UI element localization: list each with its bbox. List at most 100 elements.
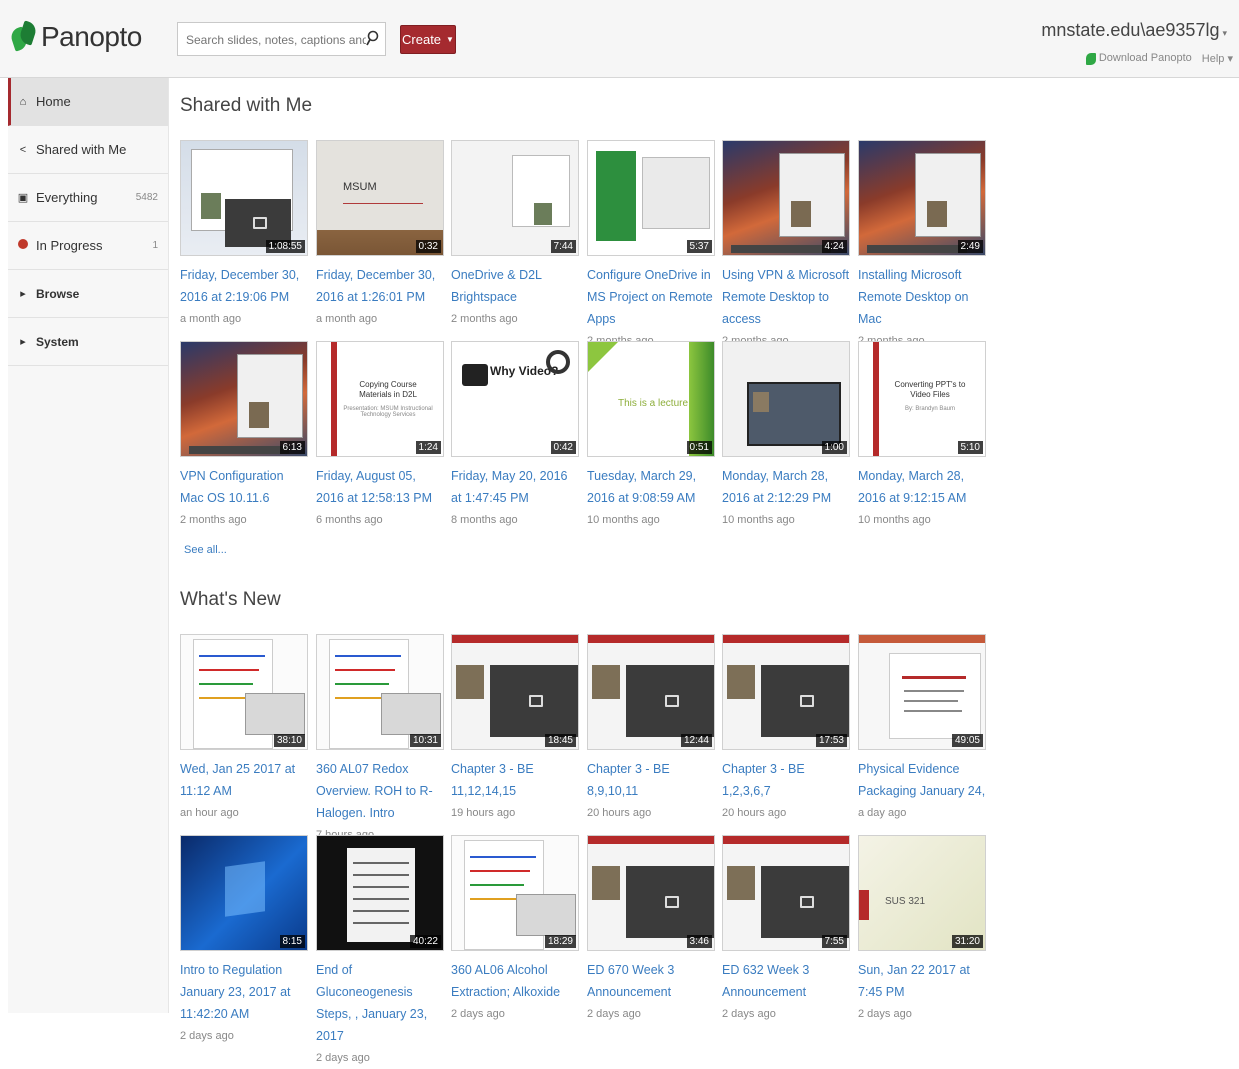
session-title-link[interactable]: Intro to Regulation January 23, 2017 at … bbox=[180, 959, 308, 1025]
session-card[interactable]: 12:44 Chapter 3 - BE 8,9,10,11 20 hours … bbox=[587, 634, 715, 824]
session-thumbnail[interactable]: Copying Course Materials in D2L Presentat… bbox=[316, 341, 444, 457]
create-label: Create bbox=[402, 32, 442, 47]
session-card[interactable]: 2:49 Installing Microsoft Remote Desktop… bbox=[858, 140, 986, 352]
search-input[interactable] bbox=[184, 24, 368, 56]
in-progress-dot-icon bbox=[16, 239, 30, 252]
see-all-link[interactable]: See all... bbox=[184, 544, 227, 556]
session-card[interactable]: 40:22 End of Gluconeogenesis Steps, , Ja… bbox=[316, 835, 444, 1069]
session-card[interactable]: 5:37 Configure OneDrive in MS Project on… bbox=[587, 140, 715, 352]
video-camera-icon bbox=[462, 364, 488, 386]
session-thumbnail[interactable]: 18:29 bbox=[451, 835, 579, 951]
session-card[interactable]: This is a lecture 0:51 Tuesday, March 29,… bbox=[587, 341, 715, 531]
session-card[interactable]: 8:15 Intro to Regulation January 23, 201… bbox=[180, 835, 308, 1047]
session-thumbnail[interactable]: 10:31 bbox=[316, 634, 444, 750]
session-title-link[interactable]: Configure OneDrive in MS Project on Remo… bbox=[587, 264, 715, 330]
session-card[interactable]: 4:24 Using VPN & Microsoft Remote Deskto… bbox=[722, 140, 850, 352]
session-title-link[interactable]: Monday, March 28, 2016 at 2:12:29 PM bbox=[722, 465, 850, 509]
session-card[interactable]: 10:31 360 AL07 Redox Overview. ROH to R-… bbox=[316, 634, 444, 846]
session-title-link[interactable]: Chapter 3 - BE 11,12,14,15 bbox=[451, 758, 579, 802]
sidebar-item-browse[interactable]: ▸ Browse bbox=[8, 270, 168, 318]
session-card[interactable]: 18:45 Chapter 3 - BE 11,12,14,15 19 hour… bbox=[451, 634, 579, 824]
session-thumbnail[interactable]: Converting PPT's to Video Files By: Brand… bbox=[858, 341, 986, 457]
session-thumbnail[interactable]: 49:05 bbox=[858, 634, 986, 750]
duration-badge: 0:51 bbox=[686, 441, 712, 454]
user-menu[interactable]: mnstate.edu\ae9357lg ▾ bbox=[1041, 20, 1227, 41]
session-card[interactable]: Converting PPT's to Video Files By: Brand… bbox=[858, 341, 986, 531]
session-thumbnail[interactable]: 4:24 bbox=[722, 140, 850, 256]
presentation-icon bbox=[665, 695, 679, 707]
everything-count: 5482 bbox=[135, 192, 158, 203]
session-title-link[interactable]: Installing Microsoft Remote Desktop on M… bbox=[858, 264, 986, 330]
sidebar-item-system[interactable]: ▸ System bbox=[8, 318, 168, 366]
session-thumbnail[interactable]: 17:53 bbox=[722, 634, 850, 750]
session-title-link[interactable]: Monday, March 28, 2016 at 9:12:15 AM bbox=[858, 465, 986, 509]
download-panopto-link[interactable]: Download Panopto bbox=[1085, 52, 1192, 65]
session-thumbnail[interactable]: 40:22 bbox=[316, 835, 444, 951]
session-card[interactable]: 49:05 Physical Evidence Packaging Januar… bbox=[858, 634, 986, 824]
session-card[interactable]: 3:46 ED 670 Week 3 Announcement 2 days a… bbox=[587, 835, 715, 1025]
session-thumbnail[interactable]: This is a lecture 0:51 bbox=[587, 341, 715, 457]
session-card[interactable]: 6:13 VPN Configuration Mac OS 10.11.6 2 … bbox=[180, 341, 308, 531]
search-icon[interactable] bbox=[365, 30, 379, 48]
session-card[interactable]: MSUM 0:32 Friday, December 30, 2016 at 1:… bbox=[316, 140, 444, 330]
session-title-link[interactable]: Sun, Jan 22 2017 at 7:45 PM bbox=[858, 959, 986, 1003]
session-title-link[interactable]: Physical Evidence Packaging January 24, bbox=[858, 758, 986, 802]
session-card[interactable]: SUS 321 31:20 Sun, Jan 22 2017 at 7:45 PM… bbox=[858, 835, 986, 1025]
session-thumbnail[interactable]: 5:37 bbox=[587, 140, 715, 256]
thumb-text: Copying Course Materials in D2L bbox=[359, 380, 417, 399]
in-progress-count: 1 bbox=[152, 240, 158, 251]
session-thumbnail[interactable]: 8:15 bbox=[180, 835, 308, 951]
session-card[interactable]: Copying Course Materials in D2L Presentat… bbox=[316, 341, 444, 531]
session-title-link[interactable]: ED 670 Week 3 Announcement bbox=[587, 959, 715, 1003]
session-title-link[interactable]: OneDrive & D2L Brightspace bbox=[451, 264, 579, 308]
session-card[interactable]: 7:55 ED 632 Week 3 Announcement 2 days a… bbox=[722, 835, 850, 1025]
session-age: 8 months ago bbox=[451, 514, 518, 526]
session-thumbnail[interactable]: MSUM 0:32 bbox=[316, 140, 444, 256]
session-thumbnail[interactable]: Why Video? 0:42 bbox=[451, 341, 579, 457]
session-title-link[interactable]: VPN Configuration Mac OS 10.11.6 bbox=[180, 465, 308, 509]
session-title-link[interactable]: Tuesday, March 29, 2016 at 9:08:59 AM bbox=[587, 465, 715, 509]
session-title-link[interactable]: Chapter 3 - BE 1,2,3,6,7 bbox=[722, 758, 850, 802]
sidebar-item-shared-with-me[interactable]: < Shared with Me bbox=[8, 126, 168, 174]
session-title-link[interactable]: Chapter 3 - BE 8,9,10,11 bbox=[587, 758, 715, 802]
session-title-link[interactable]: Friday, May 20, 2016 at 1:47:45 PM bbox=[451, 465, 579, 509]
session-thumbnail[interactable]: 1:00 bbox=[722, 341, 850, 457]
panopto-logo[interactable]: Panopto bbox=[8, 20, 142, 54]
session-card[interactable]: 18:29 360 AL06 Alcohol Extraction; Alkox… bbox=[451, 835, 579, 1025]
session-thumbnail[interactable]: 6:13 bbox=[180, 341, 308, 457]
session-title-link[interactable]: Friday, December 30, 2016 at 2:19:06 PM bbox=[180, 264, 308, 308]
session-card[interactable]: 1:08:55 Friday, December 30, 2016 at 2:1… bbox=[180, 140, 308, 330]
duration-badge: 12:44 bbox=[680, 734, 712, 747]
session-thumbnail[interactable]: 12:44 bbox=[587, 634, 715, 750]
session-thumbnail[interactable]: 7:55 bbox=[722, 835, 850, 951]
session-card[interactable]: 17:53 Chapter 3 - BE 1,2,3,6,7 20 hours … bbox=[722, 634, 850, 824]
duration-badge: 1:00 bbox=[821, 441, 847, 454]
sidebar-item-in-progress[interactable]: In Progress 1 bbox=[8, 222, 168, 270]
session-title-link[interactable]: End of Gluconeogenesis Steps, , January … bbox=[316, 959, 444, 1047]
session-thumbnail[interactable]: 7:44 bbox=[451, 140, 579, 256]
session-title-link[interactable]: Using VPN & Microsoft Remote Desktop to … bbox=[722, 264, 850, 330]
sidebar-item-everything[interactable]: ▣ Everything 5482 bbox=[8, 174, 168, 222]
session-card[interactable]: 38:10 Wed, Jan 25 2017 at 11:12 AM an ho… bbox=[180, 634, 308, 824]
session-title-link[interactable]: 360 AL07 Redox Overview. ROH to R-Haloge… bbox=[316, 758, 444, 824]
session-thumbnail[interactable]: 2:49 bbox=[858, 140, 986, 256]
session-thumbnail[interactable]: SUS 321 31:20 bbox=[858, 835, 986, 951]
session-title-link[interactable]: Friday, December 30, 2016 at 1:26:01 PM bbox=[316, 264, 444, 308]
session-title-link[interactable]: ED 632 Week 3 Announcement bbox=[722, 959, 850, 1003]
presentation-icon bbox=[800, 896, 814, 908]
home-icon: ⌂ bbox=[19, 95, 27, 108]
session-thumbnail[interactable]: 1:08:55 bbox=[180, 140, 308, 256]
session-title-link[interactable]: Wed, Jan 25 2017 at 11:12 AM bbox=[180, 758, 308, 802]
create-button[interactable]: Create ▼ bbox=[400, 25, 456, 54]
session-thumbnail[interactable]: 38:10 bbox=[180, 634, 308, 750]
sidebar-item-home[interactable]: ⌂ Home bbox=[8, 78, 168, 126]
session-card[interactable]: 1:00 Monday, March 28, 2016 at 2:12:29 P… bbox=[722, 341, 850, 531]
search-box[interactable] bbox=[177, 22, 386, 56]
session-title-link[interactable]: Friday, August 05, 2016 at 12:58:13 PM bbox=[316, 465, 444, 509]
session-card[interactable]: Why Video? 0:42 Friday, May 20, 2016 at 1… bbox=[451, 341, 579, 531]
session-card[interactable]: 7:44 OneDrive & D2L Brightspace 2 months… bbox=[451, 140, 579, 330]
session-thumbnail[interactable]: 18:45 bbox=[451, 634, 579, 750]
session-thumbnail[interactable]: 3:46 bbox=[587, 835, 715, 951]
session-title-link[interactable]: 360 AL06 Alcohol Extraction; Alkoxide bbox=[451, 959, 579, 1003]
help-link[interactable]: Help ▾ bbox=[1202, 52, 1233, 65]
